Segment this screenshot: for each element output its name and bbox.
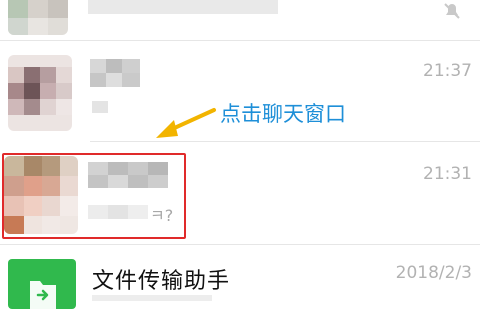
contact-name-blurred xyxy=(90,59,140,87)
chat-item-file-transfer[interactable]: 文件传输助手 2018/2/3 xyxy=(0,245,480,309)
chat-time: 2018/2/3 xyxy=(395,263,472,283)
avatar xyxy=(8,0,68,35)
annotation-label: 点击聊天窗口 xyxy=(220,102,346,126)
avatar-mosaic xyxy=(8,55,72,131)
highlight-box xyxy=(2,153,186,239)
mute-bell-icon xyxy=(442,2,462,20)
message-preview-blurred xyxy=(92,101,108,113)
chat-item-0[interactable] xyxy=(0,0,480,40)
message-preview-blurred xyxy=(92,295,212,301)
avatar xyxy=(8,55,72,131)
annotation-arrow xyxy=(156,108,216,138)
chat-time: 21:37 xyxy=(423,61,472,81)
avatar-mosaic xyxy=(8,0,68,35)
chat-time: 21:31 xyxy=(423,164,472,184)
file-transfer-avatar xyxy=(8,259,76,309)
chat-title: 文件传输助手 xyxy=(92,269,231,294)
name-placeholder xyxy=(88,0,278,14)
folder-arrow-icon xyxy=(30,281,56,309)
